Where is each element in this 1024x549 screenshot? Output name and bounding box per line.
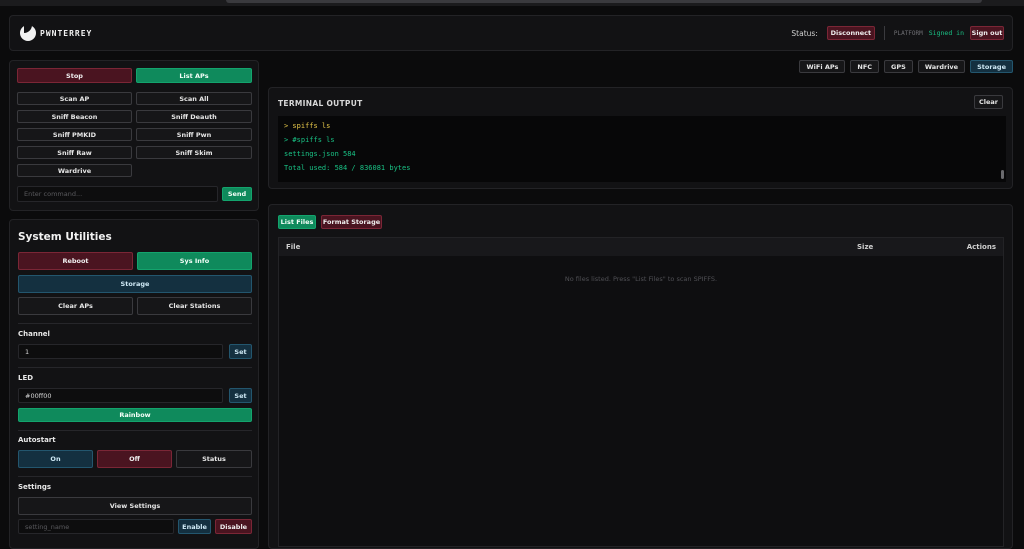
stop-button[interactable]: Stop [17,68,132,83]
settings-label: Settings [18,483,52,491]
system-utilities-panel: System Utilities Reboot Sys Info Storage… [9,219,259,549]
terminal-line: Total used: 584 / 836081 bytes [284,164,411,172]
channel-set-button[interactable]: Set [229,344,252,359]
tab-wifi-aps[interactable]: WiFi APs [799,60,846,73]
attack-panel: Stop List APs Scan AP Scan All Sniff Bea… [9,60,259,211]
browser-top-strip [0,0,1024,6]
divider [18,430,252,431]
scan-all-button[interactable]: Scan All [136,92,252,105]
status-label: Status: [791,28,818,38]
command-input[interactable]: Enter command... [17,186,218,202]
logo-text: PWNTERREY [40,28,93,38]
terminal-clear-button[interactable]: Clear [974,95,1003,109]
logo-icon [20,25,36,41]
signed-in-status: Signed in [928,29,964,37]
column-file: File [286,243,301,251]
disconnect-button[interactable]: Disconnect [826,26,875,40]
view-tabs: WiFi APs NFC GPS Wardrive Storage [799,60,1013,73]
terminal-line: > #spiffs ls [284,136,335,144]
channel-input[interactable]: 1 [18,344,223,359]
app-header: PWNTERREY Status: Disconnect PLATFORM Si… [9,15,1013,51]
sniff-beacon-button[interactable]: Sniff Beacon [17,110,132,123]
setting-name-input[interactable]: setting_name [18,519,174,534]
sniff-deauth-button[interactable]: Sniff Deauth [136,110,252,123]
header-actions: Status: Disconnect PLATFORM Signed in Si… [791,26,1004,40]
logo: PWNTERREY [20,25,92,41]
terminal-line: > spiffs ls [284,122,331,130]
terminal-output: > spiffs ls > #spiffs ls settings.json 5… [278,116,1006,182]
led-color-input[interactable]: #00ff00 [18,388,223,403]
tab-wardrive[interactable]: Wardrive [917,60,966,73]
platform-label: PLATFORM [893,29,923,37]
column-size: Size [857,243,874,251]
rainbow-button[interactable]: Rainbow [18,408,252,422]
wardrive-button[interactable]: Wardrive [17,164,132,177]
terminal-line: settings.json 584 [284,150,356,158]
divider [18,476,252,477]
send-button[interactable]: Send [222,187,252,201]
files-table: File Size Actions No files listed. Press… [278,237,1004,547]
clear-aps-button[interactable]: Clear APs [18,297,133,315]
sniff-pmkid-button[interactable]: Sniff PMKID [17,128,132,141]
scan-ap-button[interactable]: Scan AP [17,92,132,105]
browser-scrollbar [226,0,982,3]
reboot-button[interactable]: Reboot [18,252,133,270]
channel-label: Channel [18,330,50,338]
autostart-label: Autostart [18,436,56,444]
sniff-pwn-button[interactable]: Sniff Pwn [136,128,252,141]
column-actions: Actions [966,243,996,251]
sniff-raw-button[interactable]: Sniff Raw [17,146,132,159]
tab-storage[interactable]: Storage [970,60,1013,73]
enable-button[interactable]: Enable [178,519,211,534]
terminal-scrollbar[interactable] [1001,170,1004,179]
divider [18,367,252,368]
format-storage-button[interactable]: Format Storage [321,215,382,229]
list-aps-button[interactable]: List APs [136,68,252,83]
clear-stations-button[interactable]: Clear Stations [137,297,252,315]
autostart-off-button[interactable]: Off [97,450,172,468]
storage-panel: List Files Format Storage File Size Acti… [268,204,1013,549]
divider [18,323,252,324]
terminal-panel: TERMINAL OUTPUT Clear > spiffs ls > #spi… [268,87,1013,189]
sign-out-button[interactable]: Sign out [970,26,1004,40]
sniff-skim-button[interactable]: Sniff Skim [136,146,252,159]
terminal-title: TERMINAL OUTPUT [278,99,363,108]
view-settings-button[interactable]: View Settings [18,497,252,515]
system-utilities-title: System Utilities [18,231,112,243]
header-divider [883,26,885,40]
list-files-button[interactable]: List Files [278,215,316,229]
autostart-status-button[interactable]: Status [176,450,252,468]
files-table-header: File Size Actions [279,238,1003,256]
led-set-button[interactable]: Set [229,388,252,403]
autostart-on-button[interactable]: On [18,450,93,468]
led-label: LED [18,374,34,382]
empty-files-message: No files listed. Press "List Files" to s… [564,275,718,283]
sys-info-button[interactable]: Sys Info [137,252,252,270]
tab-gps[interactable]: GPS [884,60,913,73]
tab-nfc[interactable]: NFC [850,60,880,73]
storage-button[interactable]: Storage [18,275,252,293]
disable-button[interactable]: Disable [215,519,252,534]
